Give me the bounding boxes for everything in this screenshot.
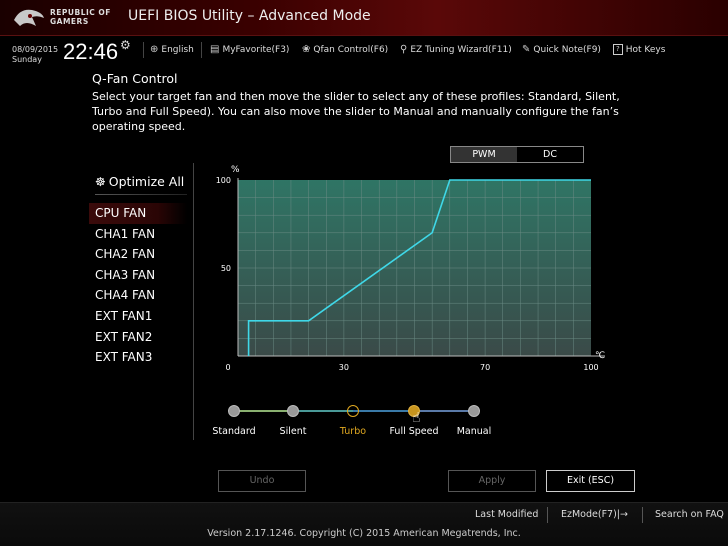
fan-item-cpu-fan[interactable]: CPU FAN — [89, 203, 187, 224]
fan-list: CPU FAN CHA1 FAN CHA2 FAN CHA3 FAN CHA4 … — [89, 203, 187, 368]
fan-icon: ❀ — [302, 44, 311, 55]
panel-divider — [193, 163, 194, 440]
y-tick-label: 50 — [221, 264, 231, 273]
y-axis-label: % — [231, 165, 240, 175]
x-tick-label: 100 — [583, 363, 598, 372]
search-faq-link[interactable]: Search on FAQ — [655, 509, 724, 520]
hotkey-icon: ? — [613, 44, 623, 55]
apply-button[interactable]: Apply — [448, 470, 536, 492]
separator — [642, 507, 643, 523]
x-tick-label: 70 — [480, 363, 490, 372]
fan-item-ext-fan3[interactable]: EXT FAN3 — [89, 347, 187, 368]
ezmode-link[interactable]: EzMode(F7)|→ — [561, 509, 628, 520]
exit-button[interactable]: Exit (ESC) — [546, 470, 635, 492]
fan-item-cha1-fan[interactable]: CHA1 FAN — [89, 224, 187, 245]
slider-track — [293, 410, 353, 412]
fan-item-cha2-fan[interactable]: CHA2 FAN — [89, 244, 187, 265]
note-icon: ✎ — [522, 44, 531, 55]
profile-knob-standard[interactable] — [228, 405, 240, 417]
fan-curve-chart[interactable]: % ℃ 0 30 70 100 50 100 — [205, 160, 625, 380]
page-title: Q-Fan Control — [92, 71, 178, 86]
profile-knob-manual[interactable] — [468, 405, 480, 417]
slider-track — [353, 410, 414, 412]
rog-logo-icon — [14, 9, 44, 26]
x-tick-label: 0 — [225, 363, 230, 372]
slider-track — [234, 410, 293, 412]
separator — [547, 507, 548, 523]
fan-item-cha3-fan[interactable]: CHA3 FAN — [89, 265, 187, 286]
divider — [95, 194, 187, 195]
window-title: UEFI BIOS Utility – Advanced Mode — [128, 8, 371, 24]
ez-tuning-wizard-button[interactable]: ⚲ EZ Tuning Wizard(F11) — [400, 44, 512, 55]
clock[interactable]: 22:46 — [63, 39, 118, 65]
brand-text: REPUBLIC OF GAMERS — [50, 8, 111, 26]
fan-item-cha4-fan[interactable]: CHA4 FAN — [89, 285, 187, 306]
separator — [143, 42, 144, 58]
x-tick-label: 30 — [339, 363, 349, 372]
myfavorite-button[interactable]: ▤ MyFavorite(F3) — [210, 44, 289, 55]
last-modified-link[interactable]: Last Modified — [475, 509, 538, 520]
profile-label-standard[interactable]: Standard — [212, 426, 255, 437]
grid — [238, 180, 591, 356]
title-bar: REPUBLIC OF GAMERS UEFI BIOS Utility – A… — [0, 0, 728, 36]
profile-label-full-speed[interactable]: Full Speed — [389, 426, 438, 437]
profile-slider[interactable]: Standard Silent Turbo Full Speed Manual ☝ — [200, 398, 510, 443]
profile-knob-silent[interactable] — [287, 405, 299, 417]
quick-note-button[interactable]: ✎ Quick Note(F9) — [522, 44, 601, 55]
page-description: Select your target fan and then move the… — [92, 90, 620, 133]
x-axis-label: ℃ — [595, 351, 605, 361]
date-display: 08/09/2015 Sunday — [12, 45, 59, 64]
optimize-icon: ☸ — [95, 174, 106, 189]
bulb-icon: ⚲ — [400, 44, 408, 55]
profile-knob-turbo[interactable] — [347, 405, 359, 417]
slider-track — [414, 410, 474, 412]
undo-button[interactable]: Undo — [218, 470, 306, 492]
optimize-all-button[interactable]: ☸ Optimize All — [95, 174, 184, 189]
fan-item-ext-fan1[interactable]: EXT FAN1 — [89, 306, 187, 327]
hot-keys-button[interactable]: ? Hot Keys — [613, 44, 665, 55]
fan-item-ext-fan2[interactable]: EXT FAN2 — [89, 327, 187, 348]
y-tick-label: 100 — [216, 176, 231, 185]
language-button[interactable]: ⊕ English — [150, 44, 194, 55]
globe-icon: ⊕ — [150, 44, 159, 55]
profile-label-silent[interactable]: Silent — [280, 426, 307, 437]
separator — [201, 42, 202, 58]
favorite-icon: ▤ — [210, 44, 220, 55]
profile-label-turbo[interactable]: Turbo — [340, 426, 366, 437]
gear-icon[interactable]: ⚙ — [120, 38, 131, 52]
qfan-control-button[interactable]: ❀ Qfan Control(F6) — [302, 44, 388, 55]
version-text: Version 2.17.1246. Copyright (C) 2015 Am… — [207, 528, 521, 539]
profile-label-manual[interactable]: Manual — [457, 426, 492, 437]
hand-cursor-icon: ☝ — [412, 410, 421, 426]
